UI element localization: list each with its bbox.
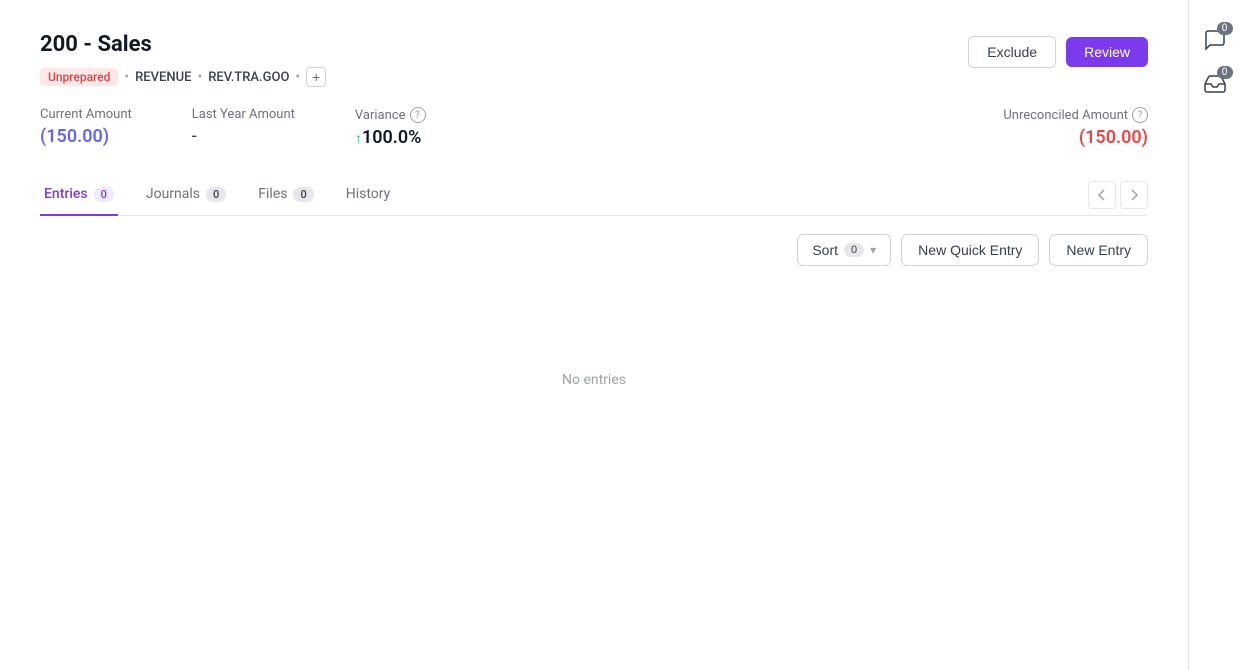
sort-button[interactable]: Sort 0 ▾ <box>797 234 891 266</box>
chat-badge: 0 <box>1217 22 1233 35</box>
variance-up-icon: ↑ <box>355 131 362 147</box>
tab-files-badge: 0 <box>293 187 313 202</box>
tags-row: Unprepared • REVENUE • REV.TRA.GOO • + <box>40 67 326 87</box>
tab-entries-label: Entries <box>44 186 88 202</box>
tab-entries[interactable]: Entries 0 <box>40 176 118 216</box>
sort-label: Sort <box>812 242 838 258</box>
tab-journals-label: Journals <box>146 186 200 202</box>
chat-icon-button[interactable]: 0 <box>1203 28 1227 52</box>
tag-revenue: REVENUE <box>135 70 191 85</box>
variance-value: ↑100.0% <box>355 127 426 148</box>
metric-variance: Variance ? ↑100.0% <box>355 107 426 148</box>
tab-history-label: History <box>346 186 391 202</box>
chevron-right-icon <box>1127 188 1141 202</box>
metric-last-year: Last Year Amount - <box>192 107 295 147</box>
tab-files-label: Files <box>258 186 287 202</box>
new-quick-entry-button[interactable]: New Quick Entry <box>901 234 1039 266</box>
tab-files[interactable]: Files 0 <box>254 176 317 216</box>
tab-prev-button[interactable] <box>1088 181 1116 209</box>
tab-history[interactable]: History <box>342 176 395 216</box>
tab-journals[interactable]: Journals 0 <box>142 176 230 216</box>
empty-state: No entries <box>40 280 1148 480</box>
new-entry-button[interactable]: New Entry <box>1049 234 1148 266</box>
tag-separator-3: • <box>295 69 300 85</box>
metrics-row: Current Amount (150.00) Last Year Amount… <box>40 107 1148 148</box>
page-title: 200 - Sales <box>40 32 326 57</box>
metric-unreconciled: Unreconciled Amount ? (150.00) <box>1003 107 1148 148</box>
empty-state-text: No entries <box>562 372 626 388</box>
unreconciled-help-icon[interactable]: ? <box>1132 107 1148 123</box>
variance-help-icon[interactable]: ? <box>410 107 426 123</box>
last-year-label: Last Year Amount <box>192 107 295 122</box>
right-sidebar: 0 0 <box>1188 0 1240 670</box>
sort-chevron-icon: ▾ <box>870 243 876 257</box>
tab-nav-arrows <box>1088 181 1148 209</box>
metric-current-amount: Current Amount (150.00) <box>40 107 132 147</box>
main-layout: 200 - Sales Unprepared • REVENUE • REV.T… <box>0 0 1240 670</box>
add-tag-button[interactable]: + <box>306 67 326 87</box>
tag-separator-2: • <box>197 69 202 85</box>
unreconciled-value: (150.00) <box>1079 127 1148 148</box>
chevron-left-icon <box>1095 188 1109 202</box>
tab-next-button[interactable] <box>1120 181 1148 209</box>
inbox-icon-button[interactable]: 0 <box>1203 72 1227 96</box>
page-header: 200 - Sales Unprepared • REVENUE • REV.T… <box>40 32 1148 87</box>
inbox-badge: 0 <box>1217 66 1233 79</box>
unreconciled-label: Unreconciled Amount ? <box>1003 107 1148 123</box>
header-actions: Exclude Review <box>968 36 1148 68</box>
header-left: 200 - Sales Unprepared • REVENUE • REV.T… <box>40 32 326 87</box>
tag-separator-1: • <box>124 69 129 85</box>
tab-entries-badge: 0 <box>94 187 114 202</box>
content-area: 200 - Sales Unprepared • REVENUE • REV.T… <box>0 0 1188 670</box>
review-button[interactable]: Review <box>1066 37 1148 67</box>
current-amount-label: Current Amount <box>40 107 132 122</box>
table-toolbar: Sort 0 ▾ New Quick Entry New Entry <box>40 216 1148 280</box>
tabs-row: Entries 0 Journals 0 Files 0 History <box>40 176 1148 216</box>
current-amount-value: (150.00) <box>40 126 132 147</box>
tag-rev-tra-goo: REV.TRA.GOO <box>208 70 289 85</box>
exclude-button[interactable]: Exclude <box>968 36 1056 68</box>
variance-label: Variance ? <box>355 107 426 123</box>
tab-journals-badge: 0 <box>206 187 226 202</box>
status-badge: Unprepared <box>40 68 118 86</box>
last-year-value: - <box>192 126 295 147</box>
sort-badge: 0 <box>844 243 864 257</box>
